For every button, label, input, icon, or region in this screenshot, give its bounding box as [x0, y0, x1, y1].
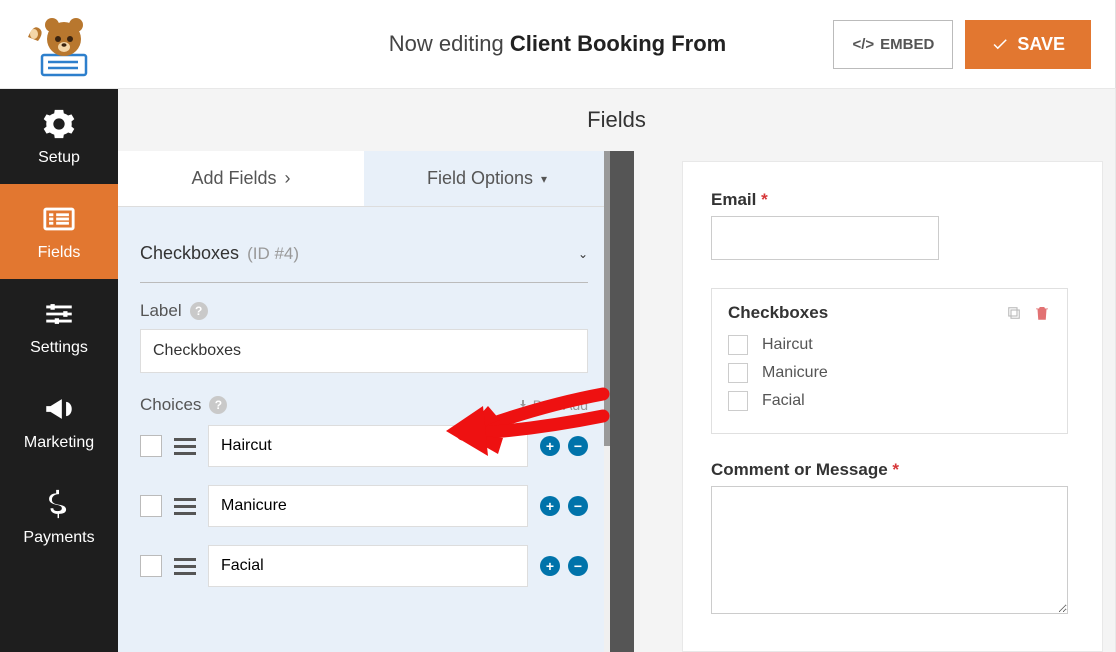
remove-choice-button[interactable]: −	[568, 496, 588, 516]
sidebar-item-label: Marketing	[24, 434, 94, 452]
sidebar-item-label: Setup	[38, 149, 80, 167]
sidebar-item-setup[interactable]: Setup	[0, 89, 118, 184]
drag-handle-icon[interactable]	[174, 438, 196, 455]
save-button[interactable]: SAVE	[965, 20, 1091, 69]
preview-checkbox-option[interactable]: Manicure	[728, 363, 1051, 383]
delete-icon[interactable]	[1033, 304, 1051, 322]
choice-input[interactable]	[208, 545, 528, 587]
preview-checkbox-option[interactable]: Haircut	[728, 335, 1051, 355]
sidebar-item-settings[interactable]: Settings	[0, 279, 118, 374]
download-icon	[517, 399, 529, 411]
required-indicator: *	[756, 190, 767, 209]
sidebar-item-label: Payments	[23, 529, 94, 547]
choice-default-checkbox[interactable]	[140, 495, 162, 517]
preview-checkbox-field[interactable]: Checkboxes Haircut Manicure	[711, 288, 1068, 434]
add-choice-button[interactable]: +	[540, 556, 560, 576]
top-bar: Now editing Client Booking From </> EMBE…	[0, 0, 1116, 88]
choice-input[interactable]	[208, 425, 528, 467]
sidebar-item-payments[interactable]: Payments	[0, 469, 118, 564]
preview-email-input[interactable]	[711, 216, 939, 260]
label-input[interactable]	[140, 329, 588, 373]
preview-email-label: Email *	[711, 190, 1068, 210]
choice-row: + −	[140, 485, 588, 527]
checkbox-icon	[728, 363, 748, 383]
preview-checkbox-label: Checkboxes	[728, 303, 828, 323]
preview-comment-label: Comment or Message *	[711, 460, 1068, 480]
choice-row: + −	[140, 425, 588, 467]
gear-icon	[42, 107, 76, 141]
choice-default-checkbox[interactable]	[140, 435, 162, 457]
choice-input[interactable]	[208, 485, 528, 527]
preview-comment-textarea[interactable]	[711, 486, 1068, 614]
add-choice-button[interactable]: +	[540, 436, 560, 456]
required-indicator: *	[888, 460, 899, 479]
remove-choice-button[interactable]: −	[568, 556, 588, 576]
choice-default-checkbox[interactable]	[140, 555, 162, 577]
tab-field-options[interactable]: Field Options ▾	[364, 151, 610, 206]
check-icon	[991, 35, 1009, 53]
form-icon	[42, 202, 76, 236]
help-icon[interactable]: ?	[190, 302, 208, 320]
code-icon: </>	[852, 36, 874, 53]
save-label: SAVE	[1017, 34, 1065, 55]
chevron-right-icon: ›	[285, 168, 291, 189]
sidebar: Setup Fields Settings Marketing Payments	[0, 89, 118, 652]
sidebar-item-label: Fields	[38, 244, 81, 262]
drag-handle-icon[interactable]	[174, 498, 196, 515]
scrollbar[interactable]	[604, 151, 610, 652]
sidebar-item-fields[interactable]: Fields	[0, 184, 118, 279]
help-icon[interactable]: ?	[209, 396, 227, 414]
tab-add-fields[interactable]: Add Fields ›	[118, 151, 364, 206]
bulk-add-button[interactable]: Bulk Add	[517, 397, 588, 413]
embed-button[interactable]: </> EMBED	[833, 20, 953, 69]
remove-choice-button[interactable]: −	[568, 436, 588, 456]
checkbox-icon	[728, 335, 748, 355]
dollar-icon	[42, 487, 76, 521]
page-title: Fields	[118, 89, 1115, 151]
duplicate-icon[interactable]	[1005, 304, 1023, 322]
bullhorn-icon	[42, 392, 76, 426]
sidebar-item-marketing[interactable]: Marketing	[0, 374, 118, 469]
add-choice-button[interactable]: +	[540, 496, 560, 516]
chevron-down-icon: ⌄	[578, 247, 588, 261]
form-preview: Email * Checkboxes Haircut	[682, 161, 1103, 652]
section-title: Checkboxes	[140, 243, 239, 264]
tab-label: Add Fields	[191, 168, 276, 189]
field-section-header[interactable]: Checkboxes (ID #4) ⌄	[140, 225, 588, 283]
embed-label: EMBED	[880, 36, 934, 53]
preview-checkbox-option[interactable]: Facial	[728, 391, 1051, 411]
checkbox-icon	[728, 391, 748, 411]
panel-divider	[610, 151, 634, 652]
drag-handle-icon[interactable]	[174, 558, 196, 575]
choices-label: Choices	[140, 395, 201, 415]
form-name: Client Booking From	[510, 31, 726, 56]
editing-prefix: Now editing	[389, 31, 510, 56]
label-label: Label	[140, 301, 182, 321]
section-id: (ID #4)	[247, 244, 299, 264]
sliders-icon	[42, 297, 76, 331]
sidebar-item-label: Settings	[30, 339, 88, 357]
choice-row: + −	[140, 545, 588, 587]
chevron-down-icon: ▾	[541, 172, 547, 186]
editing-title: Now editing Client Booking From	[389, 31, 726, 57]
field-options-panel: Add Fields › Field Options ▾ Checkboxes …	[118, 151, 610, 652]
app-logo	[24, 11, 96, 77]
tab-label: Field Options	[427, 168, 533, 189]
